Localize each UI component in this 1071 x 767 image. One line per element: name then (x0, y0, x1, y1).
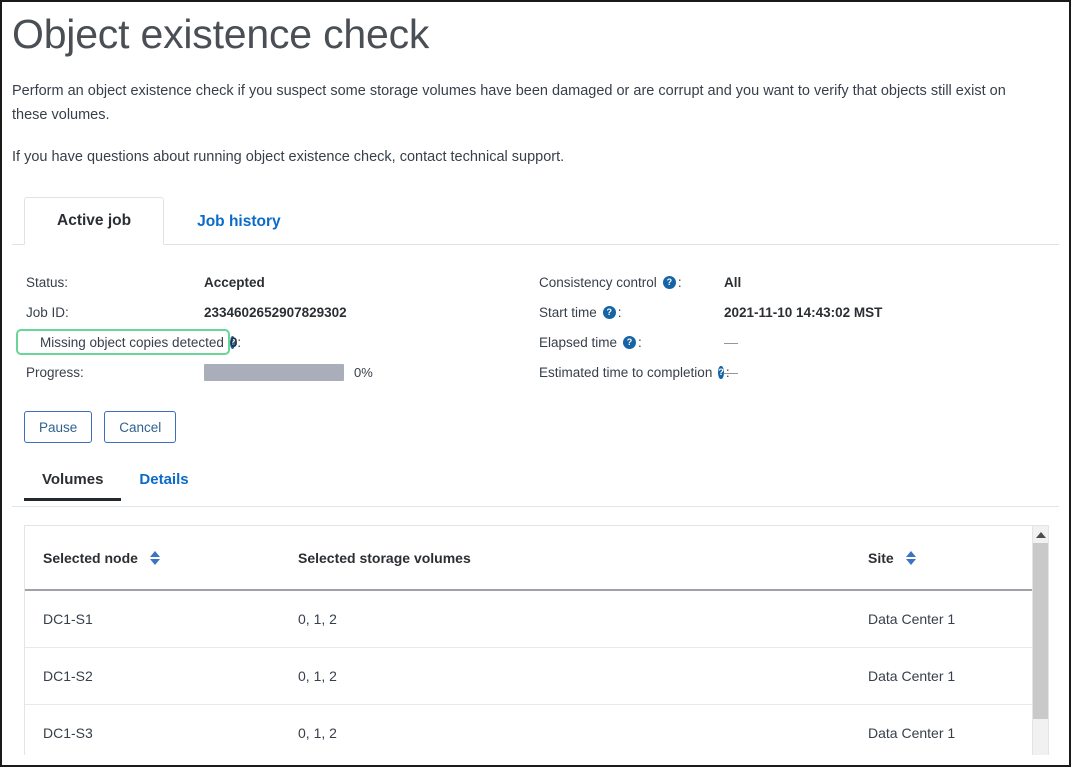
tab-volumes[interactable]: Volumes (24, 471, 121, 500)
job-details-right-column: Consistency control ? : All Start time ?… (539, 267, 1059, 387)
tab-details[interactable]: Details (121, 471, 206, 500)
tab-job-history[interactable]: Job history (164, 197, 314, 245)
secondary-tabbar: Volumes Details (12, 471, 1059, 507)
cell-site: Data Center 1 (850, 704, 1048, 755)
row-estimated-time-to-completion: Estimated time to completion ? : — (539, 357, 1059, 387)
column-header-selected-node-label: Selected node (43, 550, 138, 566)
row-start-time: Start time ? : 2021-11-10 14:43:02 MST (539, 297, 1059, 327)
pause-button[interactable]: Pause (24, 411, 92, 443)
column-header-site-label: Site (868, 550, 894, 566)
column-header-site: Site (850, 526, 1048, 590)
status-value: Accepted (204, 275, 265, 290)
tab-active-job[interactable]: Active job (24, 197, 164, 245)
page-title: Object existence check (12, 10, 1059, 59)
start-time-label: Start time ? : (539, 305, 724, 320)
missing-object-copies-value: 0 (230, 335, 238, 350)
cell-selected-storage-volumes: 0, 1, 2 (280, 590, 850, 647)
start-time-colon: : (618, 305, 622, 320)
consistency-control-value: All (724, 275, 741, 290)
column-header-selected-node: Selected node (25, 526, 280, 590)
primary-tabs: Active job Job history (24, 193, 314, 245)
help-icon[interactable]: ? (718, 366, 724, 379)
job-details: Status: Accepted Job ID: 233460265290782… (12, 267, 1059, 387)
cell-selected-storage-volumes: 0, 1, 2 (280, 704, 850, 755)
elapsed-time-label-text: Elapsed time (539, 335, 617, 350)
cell-selected-storage-volumes: 0, 1, 2 (280, 647, 850, 704)
volumes-table-container: Selected node Selected storage volumes (24, 525, 1049, 755)
progress-label: Progress: (14, 365, 204, 380)
table-row[interactable]: DC1-S3 0, 1, 2 Data Center 1 (25, 704, 1048, 755)
job-id-value: 2334602652907829302 (204, 305, 347, 320)
elapsed-time-colon: : (638, 335, 642, 350)
cell-site: Data Center 1 (850, 590, 1048, 647)
missing-object-copies-label: Missing object copies detected ? : (28, 335, 218, 350)
cancel-button[interactable]: Cancel (104, 411, 176, 443)
table-header-row: Selected node Selected storage volumes (25, 526, 1048, 590)
table-row[interactable]: DC1-S2 0, 1, 2 Data Center 1 (25, 647, 1048, 704)
table-row[interactable]: DC1-S1 0, 1, 2 Data Center 1 (25, 590, 1048, 647)
row-consistency-control: Consistency control ? : All (539, 267, 1059, 297)
progress-percent: 0% (354, 365, 373, 380)
job-id-label: Job ID: (14, 305, 204, 320)
column-header-selected-storage-volumes: Selected storage volumes (280, 526, 850, 590)
estimated-time-label-text: Estimated time to completion (539, 365, 712, 380)
volumes-table: Selected node Selected storage volumes (25, 526, 1048, 755)
help-icon[interactable]: ? (663, 276, 676, 289)
missing-object-copies-highlight: Missing object copies detected ? : 0 (16, 329, 230, 355)
intro-paragraph-2: If you have questions about running obje… (12, 145, 1037, 169)
job-details-left-column: Status: Accepted Job ID: 233460265290782… (14, 267, 539, 387)
start-time-value: 2021-11-10 14:43:02 MST (724, 305, 882, 320)
job-action-buttons: Pause Cancel (12, 411, 1059, 443)
object-existence-check-page: Object existence check Perform an object… (0, 0, 1071, 767)
row-elapsed-time: Elapsed time ? : — (539, 327, 1059, 357)
consistency-control-label: Consistency control ? : (539, 275, 724, 290)
start-time-label-text: Start time (539, 305, 597, 320)
scroll-up-arrow-icon[interactable] (1033, 526, 1048, 543)
cell-selected-node: DC1-S2 (25, 647, 280, 704)
cell-selected-node: DC1-S1 (25, 590, 280, 647)
sort-icon[interactable] (150, 551, 160, 565)
missing-object-copies-label-text: Missing object copies detected (40, 335, 224, 350)
page-content: Object existence check Perform an object… (2, 2, 1069, 765)
estimated-time-value: — (724, 364, 738, 380)
column-header-selected-storage-volumes-label: Selected storage volumes (298, 550, 471, 566)
volumes-table-body: DC1-S1 0, 1, 2 Data Center 1 DC1-S2 0, 1… (25, 590, 1048, 755)
row-status: Status: Accepted (14, 267, 539, 297)
row-job-id: Job ID: 2334602652907829302 (14, 297, 539, 327)
progress-bar (204, 364, 344, 381)
missing-object-copies-colon: : (237, 335, 241, 350)
elapsed-time-value: — (724, 334, 738, 350)
cell-site: Data Center 1 (850, 647, 1048, 704)
sort-icon[interactable] (906, 551, 916, 565)
consistency-control-colon: : (678, 275, 682, 290)
scrollbar-thumb[interactable] (1033, 543, 1049, 719)
help-icon[interactable]: ? (623, 336, 636, 349)
elapsed-time-label: Elapsed time ? : (539, 335, 724, 350)
consistency-control-label-text: Consistency control (539, 275, 657, 290)
primary-tabbar: Active job Job history (12, 193, 1059, 245)
cell-selected-node: DC1-S3 (25, 704, 280, 755)
row-missing-object-copies: Missing object copies detected ? : 0 (14, 327, 539, 357)
intro-paragraph-1: Perform an object existence check if you… (12, 79, 1037, 127)
table-vertical-scrollbar[interactable] (1032, 526, 1048, 755)
help-icon[interactable]: ? (603, 306, 616, 319)
volumes-table-head: Selected node Selected storage volumes (25, 526, 1048, 590)
estimated-time-label: Estimated time to completion ? : (539, 365, 724, 380)
status-label: Status: (14, 275, 204, 290)
row-progress: Progress: 0% (14, 357, 539, 387)
